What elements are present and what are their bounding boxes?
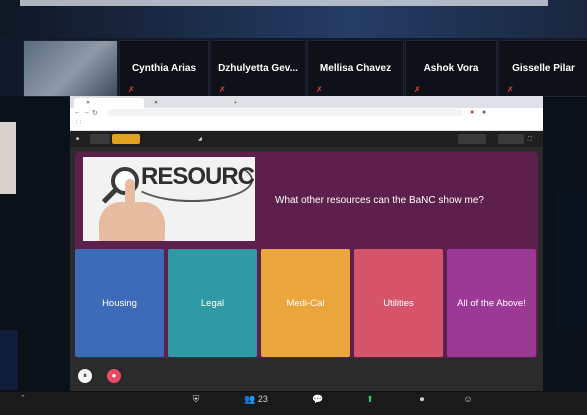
menu-icon[interactable]: ◢ <box>198 134 202 144</box>
participant-name: Ashok Vora <box>423 63 479 74</box>
participant-tile[interactable]: Cynthia Arias ✗ <box>119 40 209 97</box>
answer-option-utilities[interactable]: Utilities <box>354 249 443 357</box>
zoom-toolbar: ˆ ⛨ 👥 23 💬 ⬆ ⏺ ☺ <box>0 392 587 415</box>
mic-muted-icon: ✗ <box>316 85 323 94</box>
participant-name: Gisselle Pilar <box>512 63 575 74</box>
close-tab-icon[interactable]: ✕ <box>86 100 90 106</box>
participant-name: Dzhulyetta Gev... <box>218 63 298 74</box>
pointing-finger <box>125 179 135 209</box>
audio-control[interactable]: ˆ <box>3 394 43 404</box>
record-icon: ⏺ <box>419 394 425 404</box>
shield-icon: ⛨ <box>192 394 200 404</box>
participants-button[interactable]: 👥 23 <box>236 394 276 404</box>
back-icon[interactable]: ← <box>74 109 81 116</box>
pause-icon[interactable]: ⏸ <box>78 369 92 383</box>
apps-icon[interactable]: ⋮⋮ <box>74 120 83 126</box>
participant-tile[interactable]: Mellisa Chavez ✗ <box>307 40 404 97</box>
participants-count: 23 <box>257 394 268 404</box>
mic-muted-icon: ✗ <box>414 85 421 94</box>
participants-icon: 👥 23 <box>244 394 268 404</box>
mic-muted-icon: ✗ <box>507 85 514 94</box>
resources-word: RESOURCES <box>141 163 255 190</box>
new-tab-icon[interactable]: + <box>230 98 246 108</box>
extension-icon[interactable]: ● <box>470 109 474 116</box>
side-video-thumbnail <box>0 122 16 194</box>
security-button[interactable]: ⛨ <box>176 394 216 404</box>
browser-tab[interactable]: ✕ <box>142 98 232 108</box>
participant-name: Mellisa Chavez <box>319 63 392 74</box>
quiz-slide: RESOURCES What other resources can the B… <box>75 152 538 358</box>
url-field[interactable] <box>108 109 463 116</box>
share-screen-button[interactable]: ⬆ <box>350 394 390 404</box>
background-video-edge <box>0 330 18 390</box>
chat-button[interactable]: 💬 <box>298 394 338 404</box>
answer-option-all[interactable]: All of the Above! <box>447 249 536 357</box>
answer-option-housing[interactable]: Housing <box>75 249 164 357</box>
share-screen-icon: ⬆ <box>366 394 374 404</box>
mic-muted-icon: ✗ <box>128 85 135 94</box>
browser-tab[interactable]: ✕ <box>74 98 144 108</box>
browser-tabbar: ✕ ✕ + <box>70 96 543 108</box>
shared-browser-window: ✕ ✕ + ← → ↻ ● ● ⋮⋮ ■ ◢ ⛶ RESOURCES What … <box>70 96 543 391</box>
reload-icon[interactable]: ↻ <box>92 109 98 117</box>
zoom-participants-strip: Cynthia Arias ✗ Dzhulyetta Gev... ✗ Mell… <box>0 0 587 97</box>
reactions-icon: ☺ <box>463 394 473 404</box>
answer-option-legal[interactable]: Legal <box>168 249 257 357</box>
answer-option-medi-cal[interactable]: Medi-Cal <box>261 249 350 357</box>
mic-muted-icon: ✗ <box>219 85 226 94</box>
control-button[interactable] <box>90 134 110 144</box>
participant-tile[interactable]: Dzhulyetta Gev... ✗ <box>210 40 306 97</box>
presenter-toolbar: ■ ◢ ⛶ <box>70 131 543 147</box>
resources-image: RESOURCES <box>83 157 255 241</box>
bookmarks-bar: ⋮⋮ <box>70 118 543 131</box>
participant-tile[interactable]: Ashok Vora ✗ <box>405 40 497 97</box>
participant-name: Cynthia Arias <box>131 63 197 74</box>
close-tab-icon[interactable]: ✕ <box>154 100 158 106</box>
background-video-edge <box>557 190 587 330</box>
caret-icon: ˆ <box>21 394 25 404</box>
question-text: What other resources can the BaNC show m… <box>275 195 484 206</box>
top-bar <box>20 0 548 6</box>
magnifier-handle <box>101 187 119 204</box>
top-banner <box>0 0 587 38</box>
record-icon[interactable]: ● <box>107 369 121 383</box>
chat-icon: 💬 <box>312 394 324 404</box>
control-button[interactable] <box>458 134 486 144</box>
browser-address-bar: ← → ↻ ● ● <box>70 108 543 118</box>
stop-icon[interactable]: ■ <box>76 134 79 144</box>
control-button[interactable] <box>498 134 524 144</box>
participant-tile-self[interactable] <box>23 40 118 97</box>
participant-tile[interactable]: Gisselle Pilar ✗ <box>498 40 587 97</box>
record-button[interactable]: ⏺ <box>402 394 442 404</box>
forward-icon[interactable]: → <box>83 109 90 116</box>
slide-bottom-controls: ⏸ ● <box>70 363 543 391</box>
profile-icon[interactable]: ● <box>482 109 486 116</box>
reactions-button[interactable]: ☺ <box>448 394 488 404</box>
fullscreen-icon[interactable]: ⛶ <box>528 134 532 144</box>
progress-indicator <box>112 134 140 144</box>
